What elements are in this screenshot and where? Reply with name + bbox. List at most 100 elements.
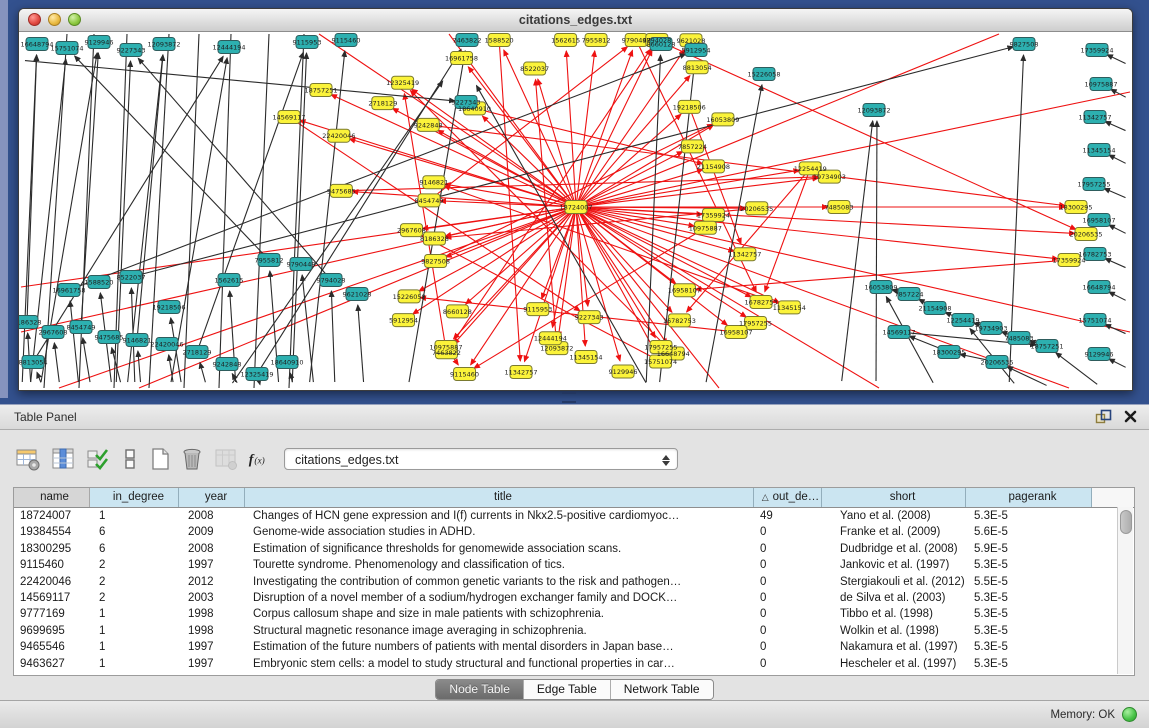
cell-pagerank[interactable]: 5.3E-5 <box>966 606 1092 622</box>
panel-splitter-grip[interactable] <box>562 392 576 403</box>
cell-in_degree[interactable]: 6 <box>90 524 179 540</box>
graph-edge-selected[interactable] <box>576 207 1130 332</box>
table-row[interactable]: 946362711997Embryonic stem cells: a mode… <box>14 656 1134 672</box>
graph-edge[interactable] <box>302 275 313 382</box>
cell-out_degree[interactable]: 0 <box>754 541 822 557</box>
graph-edge[interactable] <box>1109 225 1126 233</box>
graph-edge[interactable] <box>75 56 265 256</box>
table-row[interactable]: 2242004622012Investigating the contribut… <box>14 574 1134 590</box>
column-header-in_degree[interactable]: in_degree <box>90 488 179 507</box>
graph-edge-selected[interactable] <box>582 170 799 206</box>
graph-edge[interactable] <box>1109 155 1126 163</box>
graph-edge[interactable] <box>184 34 199 388</box>
graph-edge[interactable] <box>292 53 306 382</box>
graph-edge[interactable] <box>1109 359 1126 367</box>
cell-pagerank[interactable]: 5.3E-5 <box>966 623 1092 639</box>
cell-pagerank[interactable]: 5.3E-5 <box>966 557 1092 573</box>
delete-column-icon[interactable] <box>178 445 206 473</box>
cell-pagerank[interactable]: 5.5E-5 <box>966 574 1092 590</box>
cell-short[interactable]: Franke et al. (2009) <box>822 524 966 540</box>
column-header-short[interactable]: short <box>822 488 966 507</box>
table-row[interactable]: 977716911998Corpus callosum shape and si… <box>14 606 1134 622</box>
cell-year[interactable]: 1997 <box>179 639 245 655</box>
cell-name[interactable]: 9115460 <box>14 557 90 573</box>
cell-title[interactable]: Changes of HCN gene expression and I(f) … <box>245 508 754 524</box>
graph-edge-selected[interactable] <box>576 92 1130 207</box>
tab-edge-table[interactable]: Edge Table <box>523 680 610 699</box>
cell-name[interactable]: 9777169 <box>14 606 90 622</box>
table-selector-dropdown[interactable]: citations_edges.txt <box>284 448 678 470</box>
cell-pagerank[interactable]: 5.6E-5 <box>966 524 1092 540</box>
graph-edge[interactable] <box>1105 121 1125 130</box>
column-header-pagerank[interactable]: pagerank <box>966 488 1092 507</box>
cell-in_degree[interactable]: 2 <box>90 590 179 606</box>
cell-in_degree[interactable]: 1 <box>90 623 179 639</box>
table-row[interactable]: 1830029562008Estimation of significance … <box>14 541 1134 557</box>
graph-edge[interactable] <box>1109 292 1126 300</box>
graph-edge[interactable] <box>1105 324 1125 333</box>
cell-title[interactable]: Estimation of the future numbers of pati… <box>245 639 754 655</box>
graph-edge[interactable] <box>219 34 231 388</box>
float-window-icon[interactable] <box>1095 409 1112 429</box>
scrollbar-thumb[interactable] <box>1120 510 1132 534</box>
graph-edge[interactable] <box>27 55 36 316</box>
graph-edge[interactable] <box>310 51 345 382</box>
cell-year[interactable]: 2008 <box>179 541 245 557</box>
cell-in_degree[interactable]: 2 <box>90 574 179 590</box>
cell-short[interactable]: Stergiakouli et al. (2012) <box>822 574 966 590</box>
cell-name[interactable]: 9465546 <box>14 639 90 655</box>
column-header-out_degree[interactable]: △out_de… <box>754 488 822 507</box>
cell-year[interactable]: 1998 <box>179 606 245 622</box>
cell-out_degree[interactable]: 0 <box>754 557 822 573</box>
cell-name[interactable]: 9699695 <box>14 623 90 639</box>
graph-edge-selected[interactable] <box>580 211 672 312</box>
cell-year[interactable]: 2008 <box>179 508 245 524</box>
graph-edge[interactable] <box>137 47 1014 276</box>
graph-edge[interactable] <box>37 372 41 382</box>
cell-out_degree[interactable]: 49 <box>754 508 822 524</box>
table-row[interactable]: 911546021997Tourette syndrome. Phenomeno… <box>14 557 1134 573</box>
graph-edge[interactable] <box>36 56 223 357</box>
graph-edge[interactable] <box>842 121 873 381</box>
cell-out_degree[interactable]: 0 <box>754 574 822 590</box>
row-controls-icon[interactable] <box>116 445 144 473</box>
column-visibility-icon[interactable] <box>49 445 77 473</box>
cell-title[interactable]: Structural magnetic resonance image aver… <box>245 623 754 639</box>
select-rows-icon[interactable] <box>84 445 112 473</box>
graph-edge-selected[interactable] <box>765 174 808 292</box>
cell-year[interactable]: 1998 <box>179 623 245 639</box>
cell-title[interactable]: Embryonic stem cells: a model to study s… <box>245 656 754 672</box>
graph-edge[interactable] <box>331 291 334 382</box>
network-window-titlebar[interactable]: citations_edges.txt <box>19 9 1132 32</box>
cell-title[interactable]: Investigating the contribution of common… <box>245 574 754 590</box>
tab-node-table[interactable]: Node Table <box>436 680 523 699</box>
table-settings-icon[interactable] <box>14 445 42 473</box>
table-row[interactable]: 1456911722003Disruption of a novel membe… <box>14 590 1134 606</box>
network-view-canvas[interactable]: 1872400720206535173599241097588711342757… <box>19 32 1132 390</box>
cell-year[interactable]: 2012 <box>179 574 245 590</box>
graph-edge[interactable] <box>83 338 90 382</box>
graph-edge[interactable] <box>200 363 205 383</box>
cell-out_degree[interactable]: 0 <box>754 606 822 622</box>
function-builder-icon[interactable]: f (x) <box>246 445 274 473</box>
cell-year[interactable]: 2003 <box>179 590 245 606</box>
graph-edge[interactable] <box>358 305 364 382</box>
tab-network-table[interactable]: Network Table <box>610 680 713 699</box>
cell-name[interactable]: 19384554 <box>14 524 90 540</box>
cell-title[interactable]: Corpus callosum shape and size in male p… <box>245 606 754 622</box>
cell-name[interactable]: 22420046 <box>14 574 90 590</box>
cell-short[interactable]: Tibbo et al. (1998) <box>822 606 966 622</box>
graph-edge[interactable] <box>138 351 141 382</box>
cell-pagerank[interactable]: 5.3E-5 <box>966 508 1092 524</box>
cell-name[interactable]: 18300295 <box>14 541 90 557</box>
cell-short[interactable]: Hescheler et al. (1997) <box>822 656 966 672</box>
table-row[interactable]: 969969511998Structural magnetic resonanc… <box>14 623 1134 639</box>
graph-edge[interactable] <box>54 343 59 382</box>
table-row[interactable]: 1872400712008Changes of HCN gene express… <box>14 508 1134 524</box>
table-row[interactable]: 1938455462009Genome-wide association stu… <box>14 524 1134 540</box>
zoom-window-icon[interactable] <box>68 13 81 26</box>
cell-title[interactable]: Disruption of a novel member of a sodium… <box>245 590 754 606</box>
graph-edge[interactable] <box>876 121 877 381</box>
graph-edge-selected[interactable] <box>444 186 783 306</box>
cell-pagerank[interactable]: 5.3E-5 <box>966 656 1092 672</box>
